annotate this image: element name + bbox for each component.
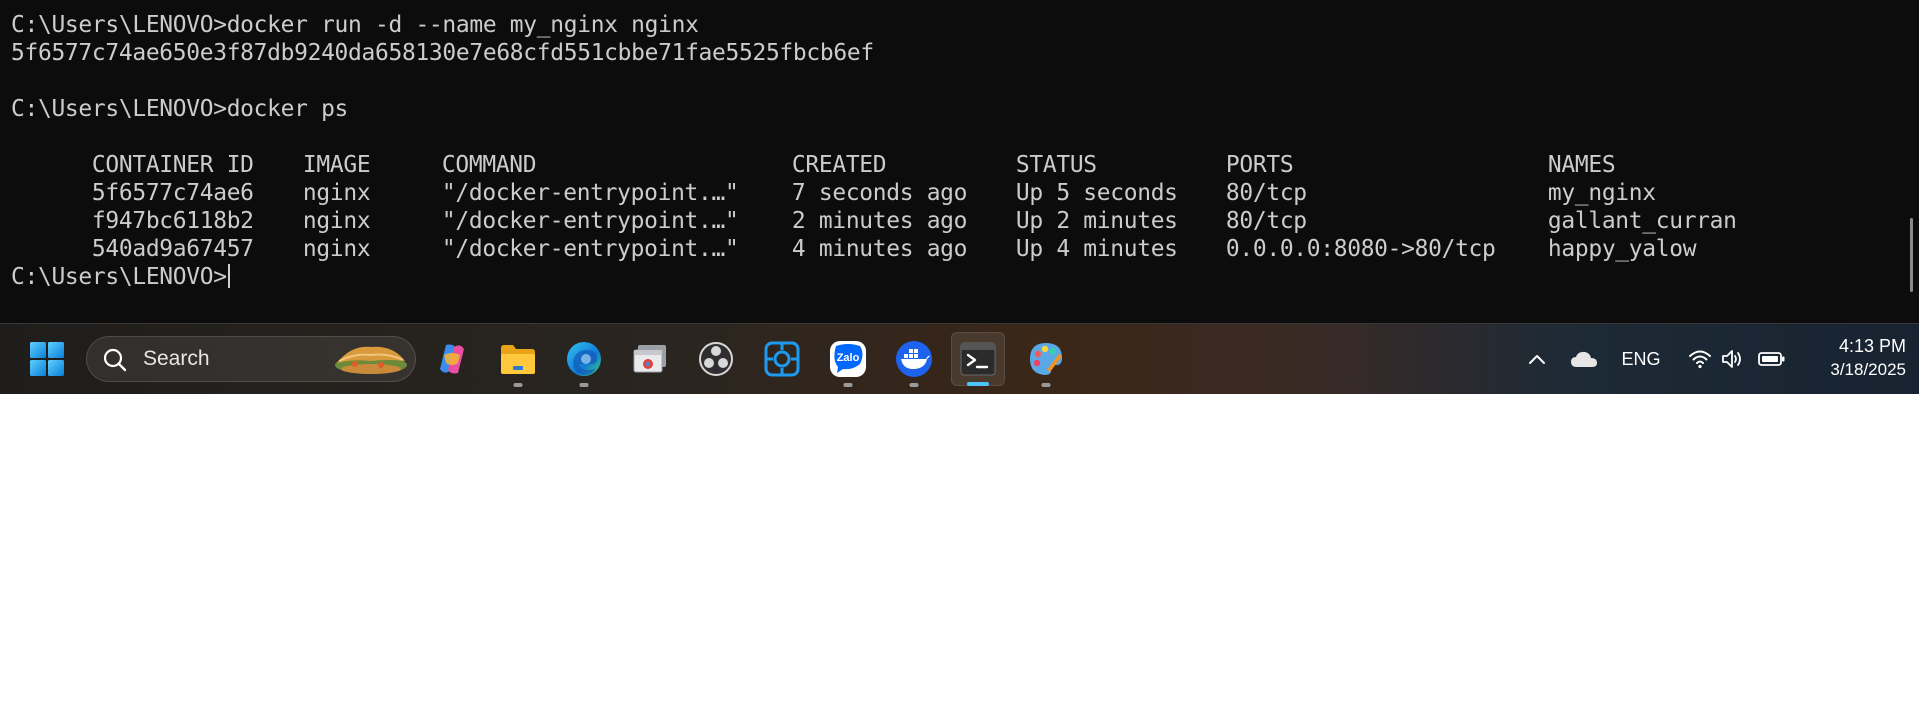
clock-time: 4:13 PM [1838, 336, 1906, 356]
command-line-docker-ps: C:\Users\LENOVO>docker ps [11, 96, 349, 122]
obs-studio-icon [699, 342, 733, 376]
docker-desktop-icon [896, 341, 932, 377]
cell-image: nginx [302, 208, 371, 234]
terminal-window[interactable]: C:\Users\LENOVO>docker run -d --name my_… [0, 0, 1919, 323]
terminal-output: C:\Users\LENOVO>docker run -d --name my_… [11, 11, 1737, 291]
speaker-icon [1722, 350, 1741, 368]
header-ports: PORTS [1225, 152, 1294, 178]
file-explorer-icon [501, 345, 535, 374]
table-header: CONTAINER ID IMAGE COMMAND CREATED STATUS POR… [11, 123, 1737, 178]
language-indicator[interactable]: ENG [1616, 344, 1666, 374]
chevron-up-icon [1529, 355, 1545, 364]
cell-container-id: 5f6577c74ae6 [91, 180, 254, 206]
cell-created: 4 minutes ago [791, 236, 968, 262]
taskbar: Search Zalo ENG 4:13 PM 3/18/2025 [0, 323, 1919, 394]
running-indicator [909, 383, 919, 387]
battery-icon [1758, 352, 1785, 366]
header-status: STATUS [1015, 152, 1097, 178]
onedrive-button[interactable] [1568, 344, 1600, 374]
taskbar-app-copilot[interactable] [425, 332, 479, 386]
chrome-window-icon [633, 345, 666, 373]
paint-icon [1030, 343, 1062, 375]
taskbar-app-chrome-window[interactable] [623, 332, 677, 386]
cell-container-id: 540ad9a67457 [91, 236, 254, 262]
cell-command: "/docker-entrypoint.…" [441, 180, 739, 206]
cell-image: nginx [302, 236, 371, 262]
cell-ports: 80/tcp [1225, 208, 1307, 234]
taskbar-app-snipping-tool[interactable] [755, 332, 809, 386]
taskbar-app-obs[interactable] [689, 332, 743, 386]
container-id-output: 5f6577c74ae650e3f87db9240da658130e7e68cf… [11, 40, 874, 66]
cell-ports: 0.0.0.0:8080->80/tcp [1225, 236, 1496, 262]
windows-terminal-icon [960, 342, 996, 376]
search-box[interactable]: Search [86, 336, 416, 382]
start-button[interactable] [20, 332, 74, 386]
taskbar-app-paint[interactable] [1019, 332, 1073, 387]
cell-container-id: f947bc6118b2 [91, 208, 254, 234]
command-line-docker-run: C:\Users\LENOVO>docker run -d --name my_… [11, 12, 699, 38]
clock-date-button[interactable]: 4:13 PM 3/18/2025 [1796, 334, 1906, 382]
active-indicator [967, 382, 989, 386]
edge-browser-icon [567, 342, 601, 376]
taskbar-app-docker-desktop[interactable] [887, 332, 941, 387]
clock-date: 3/18/2025 [1830, 360, 1906, 379]
running-indicator [843, 383, 853, 387]
taskbar-app-zalo[interactable]: Zalo [821, 332, 875, 387]
cell-status: Up 5 seconds [1015, 180, 1178, 206]
text-cursor [227, 264, 230, 288]
running-indicator [579, 383, 589, 387]
header-names: NAMES [1547, 152, 1616, 178]
header-created: CREATED [791, 152, 887, 178]
zalo-icon: Zalo [830, 341, 866, 377]
snipping-tool-icon [764, 341, 800, 377]
cell-status: Up 4 minutes [1015, 236, 1178, 262]
search-icon [103, 348, 127, 372]
wifi-icon [1689, 350, 1711, 369]
cell-names: gallant_curran [1547, 208, 1737, 234]
volume-button[interactable] [1716, 342, 1750, 376]
header-command: COMMAND [441, 152, 537, 178]
language-label: ENG [1621, 348, 1661, 369]
start-windows-icon [30, 342, 64, 376]
network-button[interactable] [1683, 342, 1717, 376]
running-indicator [1041, 383, 1051, 387]
input-prompt-line[interactable]: C:\Users\LENOVO> [11, 263, 1737, 291]
copilot-icon [440, 344, 464, 374]
search-highlight-sandwich-icon [335, 346, 407, 374]
scrollbar-thumb[interactable] [1910, 218, 1913, 292]
cell-names: happy_yalow [1547, 236, 1697, 262]
cell-created: 7 seconds ago [791, 180, 968, 206]
cell-command: "/docker-entrypoint.…" [441, 208, 739, 234]
header-container-id: CONTAINER ID [91, 152, 254, 178]
battery-button[interactable] [1754, 342, 1790, 376]
search-label: Search [143, 347, 210, 370]
cloud-icon [1571, 351, 1597, 367]
taskbar-app-edge[interactable] [557, 332, 611, 387]
prompt-text: C:\Users\LENOVO> [11, 264, 227, 290]
cell-image: nginx [302, 180, 371, 206]
cell-status: Up 2 minutes [1015, 208, 1178, 234]
taskbar-app-windows-terminal[interactable] [951, 332, 1005, 386]
cell-created: 2 minutes ago [791, 208, 968, 234]
taskbar-app-file-explorer[interactable] [491, 332, 545, 387]
zalo-icon-label: Zalo [837, 352, 860, 364]
running-indicator [513, 383, 523, 387]
cell-names: my_nginx [1547, 180, 1656, 206]
header-image: IMAGE [302, 152, 371, 178]
cell-command: "/docker-entrypoint.…" [441, 236, 739, 262]
show-hidden-icons-button[interactable] [1522, 344, 1552, 374]
cell-ports: 80/tcp [1225, 180, 1307, 206]
